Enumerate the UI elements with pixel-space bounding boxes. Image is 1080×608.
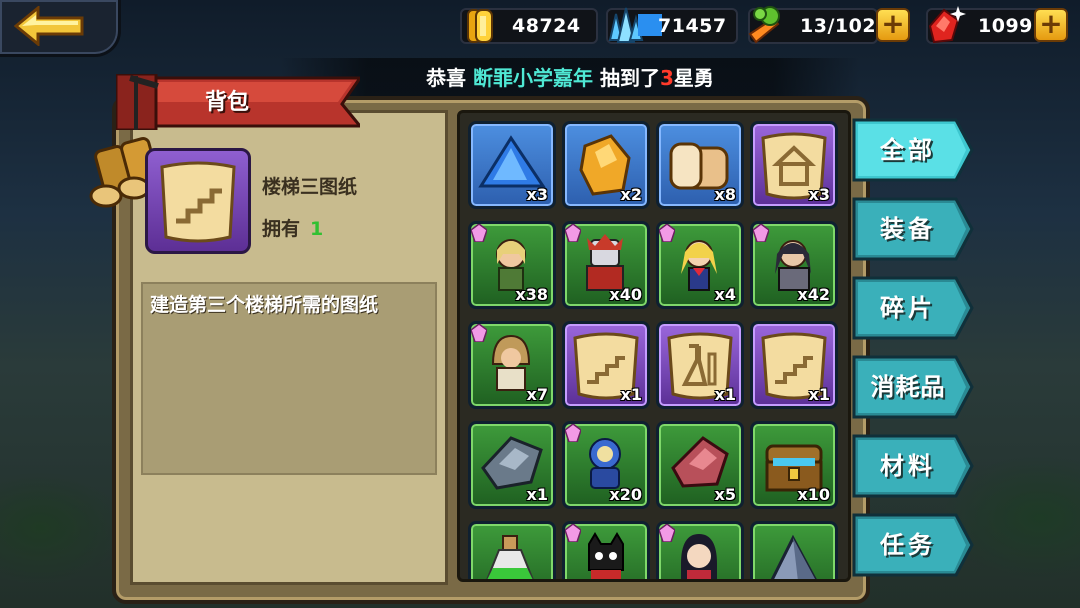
gold-coin-icon: [467, 9, 493, 43]
item-count: x10: [797, 485, 830, 504]
black-cat-icon: [588, 532, 624, 579]
item-count: x1: [714, 385, 736, 404]
back-button-frame: [0, 0, 121, 57]
tab-label: 任务: [880, 531, 936, 559]
item-count: x2: [620, 185, 642, 204]
add-gem-button[interactable]: +: [1034, 8, 1068, 42]
inventory-item[interactable]: x20: [562, 421, 650, 509]
inventory-item[interactable]: [656, 521, 744, 579]
item-count: x20: [609, 485, 642, 504]
tab-materials[interactable]: 材料: [852, 434, 976, 498]
tab-label: 材料: [880, 452, 936, 480]
inventory-item[interactable]: x38: [468, 221, 556, 309]
vegetables-icon: [748, 6, 780, 44]
inventory-item[interactable]: x1: [562, 321, 650, 409]
inventory-item[interactable]: x1: [656, 321, 744, 409]
item-count: x1: [526, 485, 548, 504]
inventory-item[interactable]: x1: [750, 321, 838, 409]
tab-label: 全部: [880, 136, 936, 164]
tab-fragments[interactable]: 碎片: [852, 276, 976, 340]
item-count: x5: [714, 485, 736, 504]
inventory-grid: x3 x2 x8 x3 x38 x40 x4 x42 x7 x1 x1 x1 x…: [457, 110, 851, 582]
tab-all[interactable]: 全部: [852, 118, 976, 182]
item-count: x3: [526, 185, 548, 204]
inventory-item[interactable]: [562, 521, 650, 579]
inventory-item[interactable]: x2: [562, 121, 650, 209]
inventory-item[interactable]: x40: [562, 221, 650, 309]
tab-equipment[interactable]: 装备: [852, 197, 976, 261]
announce-player-name: 断罪小学嘉年: [473, 66, 594, 90]
girl-hero-icon: [681, 534, 717, 579]
crystal-value: 71457: [658, 15, 727, 37]
item-count: x38: [515, 285, 548, 304]
add-food-button[interactable]: +: [876, 8, 910, 42]
inventory-item[interactable]: [750, 521, 838, 579]
inventory-item[interactable]: x10: [750, 421, 838, 509]
owned-count: 1: [310, 218, 324, 240]
selected-item-owned: 拥有 1: [262, 214, 323, 241]
inventory-item[interactable]: [468, 521, 556, 579]
announce-suffix: 星勇: [673, 66, 714, 90]
owned-label: 拥有: [262, 218, 301, 240]
tab-label: 碎片: [880, 294, 936, 322]
inventory-item[interactable]: x5: [656, 421, 744, 509]
item-count: x1: [808, 385, 830, 404]
selected-item-frame: [145, 148, 251, 254]
item-count: x40: [609, 285, 642, 304]
item-count: x7: [526, 385, 548, 404]
gold-counter: 48724: [460, 8, 598, 44]
potion-icon: [486, 535, 534, 579]
announce-middle: 抽到了: [600, 66, 660, 90]
backpack-title: 背包: [205, 90, 250, 115]
inventory-item[interactable]: x3: [468, 121, 556, 209]
tab-quest[interactable]: 任务: [852, 513, 976, 577]
inventory-item[interactable]: x4: [656, 221, 744, 309]
food-counter: 13/102: [748, 6, 878, 44]
item-count: x3: [808, 185, 830, 204]
item-count: x4: [714, 285, 736, 304]
inventory-item[interactable]: x7: [468, 321, 556, 409]
stairs-blueprint-icon: [160, 161, 236, 243]
announce-star-count: 3: [660, 66, 674, 90]
pyramid-icon: [770, 534, 817, 579]
item-count: x1: [620, 385, 642, 404]
plus-icon: +: [1039, 6, 1063, 40]
inventory-item[interactable]: x42: [750, 221, 838, 309]
crystal-counter: 71457: [606, 7, 738, 44]
inventory-item[interactable]: x3: [750, 121, 838, 209]
tab-label: 装备: [880, 215, 936, 243]
announcement-bar: 恭喜 断罪小学嘉年 抽到了3星勇: [280, 58, 860, 98]
inventory-item[interactable]: x1: [468, 421, 556, 509]
item-description: 建造第三个楼梯所需的图纸: [150, 294, 379, 316]
selected-item-name: 楼梯三图纸: [262, 176, 358, 198]
item-count: x42: [797, 285, 830, 304]
item-count: x8: [714, 185, 736, 204]
inventory-item[interactable]: x8: [656, 121, 744, 209]
plus-icon: +: [881, 6, 905, 40]
red-gem-icon: [928, 6, 966, 44]
gem-counter: 1099: [926, 6, 1042, 44]
tab-consumables[interactable]: 消耗品: [852, 355, 976, 419]
back-arrow-icon[interactable]: [14, 6, 86, 46]
announce-prefix: 恭喜: [426, 66, 467, 90]
tab-label: 消耗品: [870, 373, 946, 401]
